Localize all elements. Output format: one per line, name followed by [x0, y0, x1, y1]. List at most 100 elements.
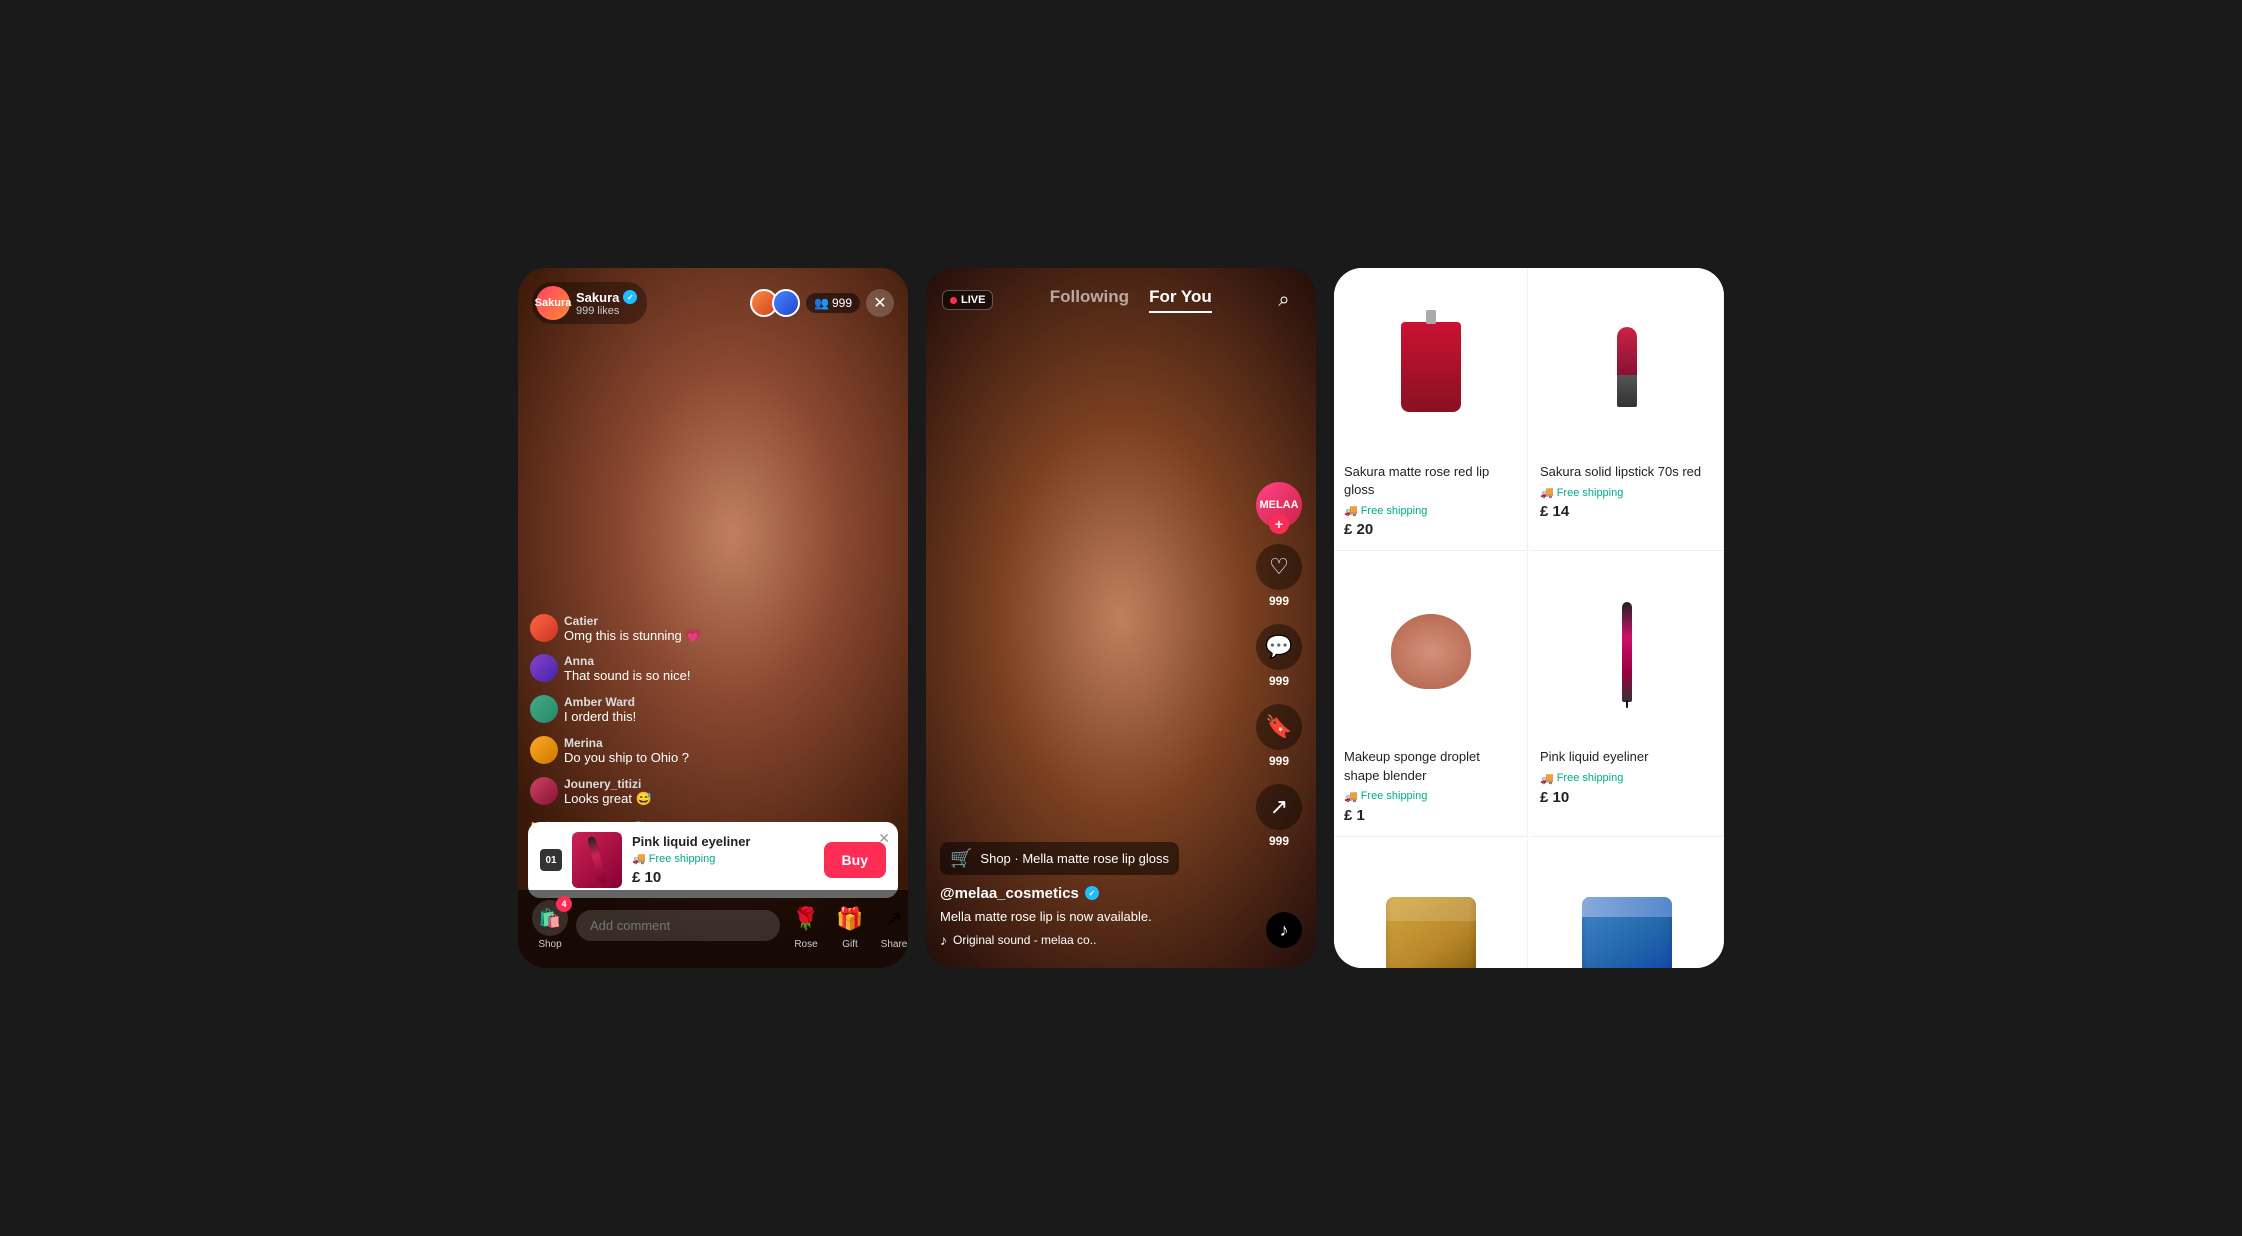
bookmark-count: 999: [1269, 754, 1289, 768]
comment-action[interactable]: 💬 999: [1256, 624, 1302, 688]
product-name-live: Pink liquid eyeliner: [632, 834, 814, 849]
product-image-live: [572, 832, 622, 888]
chat-avatar-2: [530, 654, 558, 682]
chat-message: Jounery_titizi Looks great 😅: [530, 777, 896, 808]
chat-message: Anna That sound is so nice!: [530, 654, 896, 685]
product-price-2: £ 14: [1540, 503, 1713, 520]
live-toolbar: 🛍️ 4 Shop 🌹 Rose 🎁 Gift ↗ Share: [518, 890, 908, 968]
product-number: 01: [540, 849, 562, 871]
share-button[interactable]: ↗ Share: [876, 901, 908, 950]
product-item-1[interactable]: Sakura matte rose red lip gloss 🚚 Free s…: [1334, 268, 1528, 551]
product-card-close[interactable]: ✕: [878, 830, 890, 847]
chat-name-5: Jounery_titizi: [564, 777, 896, 791]
live-product-card: ✕ 01 Pink liquid eyeliner 🚚 Free shippin…: [528, 822, 898, 898]
chat-bubble-4: Merina Do you ship to Ohio ?: [564, 736, 896, 767]
gift-icon: 🎁: [832, 901, 868, 937]
chat-message: Amber Ward I orderd this!: [530, 695, 896, 726]
chat-area: Catier Omg this is stunning 💗 Anna That …: [518, 614, 908, 848]
shop-badge: 4: [556, 896, 572, 912]
product-image-6: [1540, 851, 1713, 968]
product-item-2[interactable]: Sakura solid lipstick 70s red 🚚 Free shi…: [1530, 268, 1724, 551]
music-icon: ♪: [940, 932, 947, 948]
live-header-right: 👥 999 ✕: [750, 289, 894, 317]
live-dot: [950, 297, 957, 304]
rose-icon: 🌹: [788, 901, 824, 937]
verified-icon: ✓: [623, 290, 637, 304]
shop-banner-text: Shop · Mella matte rose lip gloss: [980, 851, 1169, 866]
live-user-info: Sakura ✓ 999 likes: [576, 290, 637, 317]
comment-input[interactable]: [576, 910, 780, 941]
product-info-live: Pink liquid eyeliner 🚚 Free shipping £ 1…: [632, 834, 814, 886]
truck-icon-1: 🚚: [1344, 504, 1358, 517]
comment-icon: 💬: [1256, 624, 1302, 670]
rose-button[interactable]: 🌹 Rose: [788, 901, 824, 950]
product-name-1: Sakura matte rose red lip gloss: [1344, 463, 1517, 499]
product-image-3: [1344, 565, 1517, 738]
chat-name-3: Amber Ward: [564, 695, 896, 709]
product-item-5[interactable]: Advanced golden ages essence 🚚 Free ship…: [1334, 839, 1528, 968]
buy-button[interactable]: Buy: [824, 842, 886, 878]
product-name-2: Sakura solid lipstick 70s red: [1540, 463, 1713, 481]
product-name-4: Pink liquid eyeliner: [1540, 748, 1713, 766]
rose-label: Rose: [794, 939, 817, 950]
product-free-shipping: 🚚 Free shipping: [632, 852, 814, 865]
tab-following[interactable]: Following: [1050, 287, 1129, 313]
shop-banner[interactable]: 🛒 Shop · Mella matte rose lip gloss: [940, 842, 1179, 875]
tiktok-logo: ♪: [1266, 912, 1302, 948]
chat-bubble-3: Amber Ward I orderd this!: [564, 695, 896, 726]
share-action[interactable]: ↗ 999: [1256, 784, 1302, 848]
gift-label: Gift: [842, 939, 858, 950]
feed-description: Mella matte rose lip is now available.: [940, 908, 1216, 926]
live-stream-panel: Sakura Sakura ✓ 999 likes 👥 999: [518, 268, 908, 968]
people-icon: 👥: [814, 296, 829, 310]
chat-name-1: Catier: [564, 614, 896, 628]
truck-icon-4: 🚚: [1540, 772, 1554, 785]
shop-label: Shop: [538, 939, 561, 950]
gift-button[interactable]: 🎁 Gift: [832, 901, 868, 950]
lip-gloss-img: [1401, 322, 1461, 412]
live-creator-info[interactable]: Sakura Sakura ✓ 999 likes: [532, 282, 647, 324]
product-item-3[interactable]: Makeup sponge droplet shape blender 🚚 Fr…: [1334, 553, 1528, 836]
feed-tabs: Following For You: [993, 287, 1268, 313]
product-price-3: £ 1: [1344, 807, 1517, 824]
product-image-2: [1540, 280, 1713, 453]
creator-verified-icon: ✓: [1085, 886, 1099, 900]
tab-for-you[interactable]: For You: [1149, 287, 1212, 313]
shop-button[interactable]: 🛍️ 4 Shop: [532, 900, 568, 950]
chat-avatar-5: [530, 777, 558, 805]
chat-text-1: Omg this is stunning 💗: [564, 628, 896, 645]
chat-text-2: That sound is so nice!: [564, 668, 896, 685]
chat-name-2: Anna: [564, 654, 896, 668]
chat-text-3: I orderd this!: [564, 709, 896, 726]
chat-avatar-4: [530, 736, 558, 764]
product-shipping-4: 🚚 Free shipping: [1540, 772, 1713, 785]
chat-bubble-1: Catier Omg this is stunning 💗: [564, 614, 896, 645]
bookmark-action[interactable]: 🔖 999: [1256, 704, 1302, 768]
product-price-4: £ 10: [1540, 789, 1713, 806]
chat-name-4: Merina: [564, 736, 896, 750]
shop-panel: Sakura matte rose red lip gloss 🚚 Free s…: [1334, 268, 1724, 968]
share-label: Share: [881, 939, 908, 950]
like-action[interactable]: ♡ 999: [1256, 544, 1302, 608]
follow-plus-icon: +: [1269, 514, 1289, 534]
share-icon: ↗: [1256, 784, 1302, 830]
shop-banner-icon: 🛒: [950, 848, 972, 869]
live-creator-avatar: Sakura: [536, 286, 570, 320]
close-button[interactable]: ✕: [866, 289, 894, 317]
feed-creator-handle: @melaa_cosmetics: [940, 885, 1079, 902]
truck-icon-2: 🚚: [1540, 486, 1554, 499]
product-item-4[interactable]: Pink liquid eyeliner 🚚 Free shipping £ 1…: [1530, 553, 1724, 836]
search-button[interactable]: ⌕: [1268, 284, 1300, 316]
lipstick-img: [1617, 327, 1637, 407]
feed-creator: @melaa_cosmetics ✓: [940, 885, 1216, 902]
product-image-1: [1344, 280, 1517, 453]
sponge-img: [1391, 614, 1471, 689]
creator-follow-button[interactable]: MELAA +: [1256, 482, 1302, 528]
product-item-6[interactable]: Advanced snail 96 mucin power essence 🚚 …: [1530, 839, 1724, 968]
feed-sound: ♪ Original sound - melaa co..: [940, 932, 1216, 948]
chat-text-5: Looks great 😅: [564, 791, 896, 808]
chat-text-4: Do you ship to Ohio ?: [564, 750, 896, 767]
chat-message: Catier Omg this is stunning 💗: [530, 614, 896, 645]
product-price-live: £ 10: [632, 869, 814, 886]
eyeliner-product-img: [587, 836, 607, 884]
